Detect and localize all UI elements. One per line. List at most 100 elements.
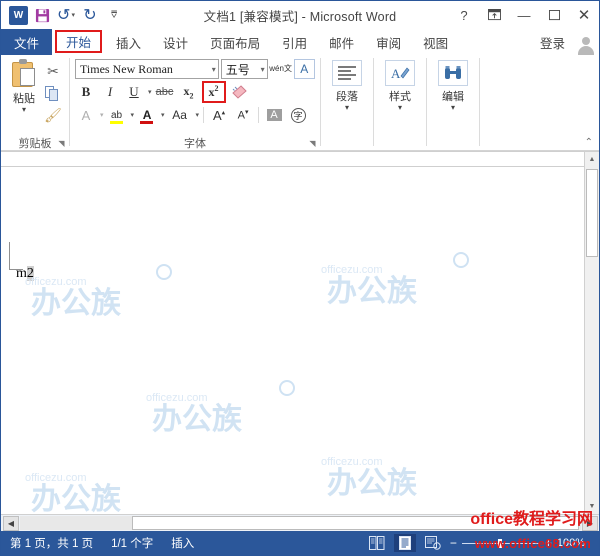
save-icon[interactable] (31, 4, 53, 26)
collapse-ribbon-icon[interactable]: ⌃ (585, 137, 593, 148)
tab-page-layout[interactable]: 页面布局 (199, 29, 271, 55)
tab-file[interactable]: 文件 (1, 29, 53, 55)
editing-label: 编辑 (442, 91, 464, 103)
watermark-en-text-5: officezu.com (321, 456, 383, 468)
strikethrough-button[interactable]: abc (154, 82, 176, 102)
ribbon-display-options-icon[interactable] (479, 1, 509, 29)
paste-dropdown-caret[interactable]: ▾ (22, 106, 26, 114)
clipboard-group-label-text: 剪贴板 (18, 137, 52, 150)
bold-button[interactable]: B (75, 82, 97, 102)
customize-quick-access-icon[interactable]: ⩢ (103, 4, 125, 26)
watermark-en-5: officezu.com (321, 452, 383, 470)
minimize-icon[interactable]: — (509, 1, 539, 29)
change-case-button[interactable]: Aa (167, 105, 193, 125)
ribbon-group-styles[interactable]: A 样式 ▾ (374, 55, 426, 151)
tab-insert[interactable]: 插入 (105, 29, 152, 55)
print-layout-icon[interactable] (393, 534, 416, 552)
close-icon[interactable]: ✕ (569, 1, 599, 29)
tab-view[interactable]: 视图 (412, 29, 459, 55)
font-color-button[interactable]: A (136, 105, 158, 125)
tab-design[interactable]: 设计 (152, 29, 199, 55)
highlight-caret-icon[interactable]: ▾ (131, 111, 135, 119)
watermark-ring-2 (453, 252, 469, 268)
phonetic-guide-button[interactable]: wén 文 (269, 59, 292, 79)
zoom-out-button[interactable]: − (450, 536, 457, 550)
text-effects-caret-icon[interactable]: ▾ (100, 111, 104, 119)
page-info[interactable]: 第 1 页，共 1 页 (1, 535, 102, 551)
format-painter-button[interactable]: 🖌 (42, 105, 64, 126)
word-window: W ↺ ▾ ↻ ⩢ 文档1 [兼容模式] - Microsoft Word ? … (0, 0, 600, 556)
subscript-button[interactable]: x2 (178, 82, 200, 102)
grow-font-button[interactable]: A▴ (208, 105, 230, 125)
font-size-caret-icon[interactable]: ▾ (258, 65, 265, 74)
shading-icon: A (266, 109, 282, 121)
vertical-scrollbar[interactable]: ▲ ▼ (584, 152, 599, 514)
watermark-en-3: officezu.com (146, 388, 208, 406)
watermark-cn-2: 办公族 (327, 266, 417, 310)
watermark-cn-text-4: 办公族 (31, 482, 121, 514)
watermark-cn-text-2: 办公族 (327, 274, 417, 309)
help-icon[interactable]: ? (449, 1, 479, 29)
superscript-button[interactable]: x2 (201, 81, 226, 103)
editing-caret-icon[interactable]: ▾ (451, 104, 455, 112)
font-color-caret-icon[interactable]: ▾ (161, 111, 165, 119)
ribbon-group-editing[interactable]: 编辑 ▾ (427, 55, 479, 151)
underline-icon: U (129, 84, 139, 99)
text-effects-button[interactable]: A (75, 105, 97, 125)
ribbon-group-paragraph[interactable]: 段落 ▾ (321, 55, 373, 151)
font-name-combobox[interactable]: Times New Roman ▾ (75, 59, 219, 79)
vertical-scroll-thumb[interactable] (586, 169, 598, 257)
paragraph-label: 段落 (336, 91, 358, 103)
font-name-caret-icon[interactable]: ▾ (209, 65, 216, 74)
user-avatar-icon (577, 35, 595, 55)
clipboard-group-label: 剪贴板 ◥ (1, 134, 69, 151)
watermark-cn-text-3: 办公族 (152, 402, 242, 437)
font-size-combobox[interactable]: 五号 ▾ (220, 59, 268, 79)
vertical-scroll-track[interactable] (585, 167, 599, 499)
clipboard-dialog-launcher-icon[interactable]: ◥ (57, 139, 66, 148)
styles-caret-icon[interactable]: ▾ (398, 104, 402, 112)
clear-formatting-button[interactable] (228, 82, 250, 102)
ribbon-options-glyph (487, 9, 501, 21)
cut-button[interactable]: ✂ (42, 61, 64, 82)
paste-button[interactable]: 粘贴 ▾ (6, 59, 42, 114)
word-count[interactable]: 1/1 个字 (102, 535, 162, 551)
scroll-left-button[interactable]: ◀ (3, 515, 19, 531)
character-border-button[interactable]: 字 (287, 105, 309, 125)
text-highlight-button[interactable]: ab (106, 105, 128, 125)
italic-button[interactable]: I (99, 82, 121, 102)
editing-icon (438, 60, 468, 86)
document-page[interactable]: m2 officezu.com 办公族 officezu.com 办公族 off… (1, 152, 584, 514)
bold-icon: B (81, 84, 91, 99)
web-layout-icon[interactable] (422, 534, 444, 552)
maximize-icon[interactable] (539, 1, 569, 29)
tab-review[interactable]: 审阅 (365, 29, 412, 55)
underline-button[interactable]: U (123, 82, 145, 102)
shading-button[interactable]: A (263, 105, 285, 125)
document-text[interactable]: m2 (16, 266, 34, 282)
font-dialog-launcher-icon[interactable]: ◥ (308, 139, 317, 148)
ribbon-group-font: Times New Roman ▾ 五号 ▾ wén 文 A B I U ▾ a… (70, 55, 320, 151)
tab-home[interactable]: 开始 (55, 30, 103, 53)
paragraph-icon (332, 60, 362, 86)
copy-button[interactable] (42, 83, 64, 104)
tab-mailings[interactable]: 邮件 (318, 29, 365, 55)
phonetic-top-label: wén (269, 64, 284, 73)
avatar[interactable] (573, 29, 599, 55)
change-case-caret-icon[interactable]: ▾ (196, 111, 200, 119)
underline-dropdown-caret[interactable]: ▾ (148, 88, 152, 96)
redo-icon[interactable]: ↻ (79, 4, 101, 26)
shrink-font-button[interactable]: A▾ (232, 105, 254, 125)
insert-mode[interactable]: 插入 (162, 535, 203, 551)
undo-icon[interactable]: ↺ ▾ (55, 4, 77, 26)
enclose-character-button[interactable]: A (293, 59, 315, 79)
watermark-en-text-2: officezu.com (321, 264, 383, 276)
paragraph-caret-icon[interactable]: ▾ (345, 104, 349, 112)
shrink-font-icon: A▾ (237, 109, 249, 122)
scroll-up-button[interactable]: ▲ (585, 152, 599, 167)
tab-references[interactable]: 引用 (271, 29, 318, 55)
watermark-cn-1: 办公族 (31, 278, 121, 322)
paste-label: 粘贴 (13, 93, 35, 105)
sign-in-link[interactable]: 登录 (532, 29, 573, 55)
read-mode-icon[interactable] (366, 534, 388, 552)
